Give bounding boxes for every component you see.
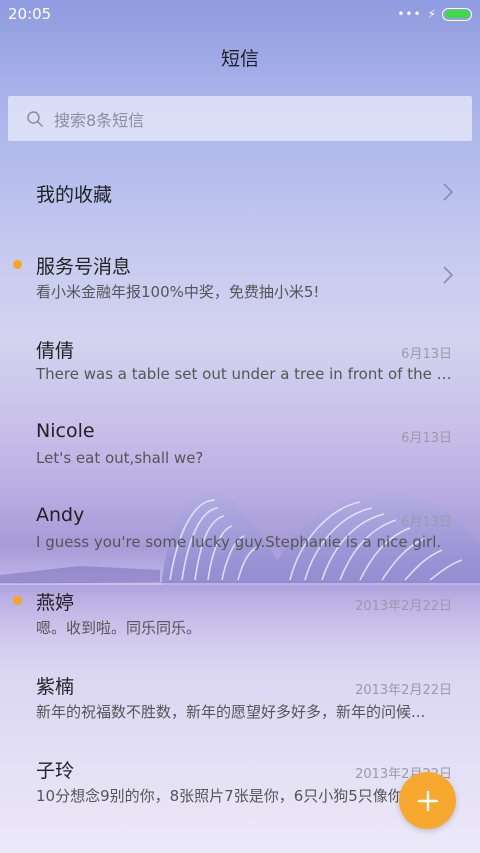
new-message-button[interactable]: [399, 772, 456, 829]
conversation-item[interactable]: 倩倩 6月13日 There was a table set out under…: [0, 334, 480, 394]
conversation-item[interactable]: Nicole 6月13日 Let's eat out,shall we?: [0, 418, 480, 478]
contact-name: Andy: [36, 504, 85, 526]
status-icons: ••• ⚡: [397, 7, 472, 21]
charging-icon: ⚡: [427, 7, 436, 21]
message-preview: There was a table set out under a tree i…: [36, 365, 456, 383]
battery-icon: [442, 7, 472, 21]
service-label: 服务号消息: [36, 256, 132, 278]
message-date: 2013年2月22日: [355, 599, 452, 614]
contact-name: 倩倩: [36, 340, 75, 362]
contact-name: 紫楠: [36, 676, 75, 698]
message-preview: 新年的祝福数不胜数，新年的愿望好多好多，新年的问候...: [36, 703, 426, 721]
conversation-item[interactable]: 紫楠 2013年2月22日 新年的祝福数不胜数，新年的愿望好多好多，新年的问候.…: [0, 670, 480, 730]
message-date: 6月13日: [401, 431, 452, 446]
status-bar: 20:05 ••• ⚡: [0, 0, 480, 28]
conversation-item[interactable]: Andy 6月13日 I guess you're some lucky guy…: [0, 502, 480, 562]
message-date: 6月13日: [401, 515, 452, 530]
message-preview: 10分想念9别的你，8张照片7张是你，6只小狗5只像你: [36, 787, 403, 805]
chevron-right-icon: [443, 183, 454, 201]
service-preview: 看小米金融年报100%中奖，免费抽小米5!: [36, 283, 320, 301]
message-date: 2013年2月22日: [355, 683, 452, 698]
message-preview: Let's eat out,shall we?: [36, 449, 204, 467]
contact-name: 子玲: [36, 760, 75, 782]
message-preview: 嗯。收到啦。同乐同乐。: [36, 619, 202, 637]
unread-dot: [13, 596, 22, 605]
search-icon: [27, 110, 43, 127]
clock: 20:05: [8, 5, 52, 23]
service-messages-item[interactable]: 服务号消息 看小米金融年报100%中奖，免费抽小米5!: [0, 248, 480, 308]
more-notifications-icon: •••: [397, 7, 422, 21]
search-placeholder: 搜索8条短信: [54, 110, 145, 130]
contact-name: Nicole: [36, 420, 95, 442]
search-input[interactable]: 搜索8条短信: [8, 96, 472, 141]
chevron-right-icon: [443, 266, 454, 284]
message-date: 6月13日: [401, 347, 452, 362]
favorites-item[interactable]: 我的收藏: [0, 170, 480, 230]
page-title: 短信: [220, 48, 259, 70]
message-preview: I guess you're some lucky guy.Stephanie …: [36, 533, 442, 551]
unread-dot: [13, 260, 22, 269]
favorites-label: 我的收藏: [36, 184, 113, 206]
contact-name: 燕婷: [36, 592, 75, 614]
conversation-item[interactable]: 燕婷 2013年2月22日 嗯。收到啦。同乐同乐。: [0, 586, 480, 646]
plus-icon: [417, 790, 438, 811]
